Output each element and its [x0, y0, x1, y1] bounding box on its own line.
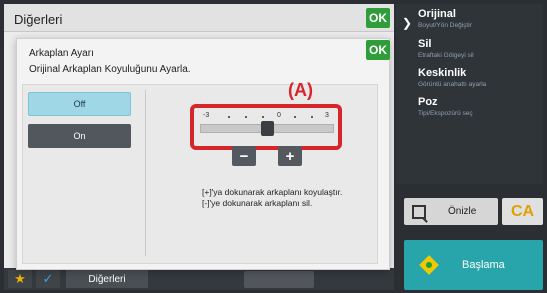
option-off-button[interactable]: Off: [28, 92, 131, 116]
paper-indicator: [244, 271, 314, 288]
menu-item-subtitle: Boyut/Yön Değiştir: [418, 22, 472, 29]
increase-button[interactable]: +: [278, 146, 302, 166]
slider-tick: [262, 116, 264, 118]
check-icon[interactable]: ✓: [36, 270, 60, 288]
slider-tick: [245, 116, 247, 118]
slider-min-label: -3: [203, 112, 210, 119]
annotation-label: (A): [288, 80, 313, 100]
ok-button-main[interactable]: OK: [366, 8, 390, 28]
chevron-right-icon: ❯: [402, 16, 413, 30]
clear-all-button[interactable]: CA: [502, 198, 543, 225]
page-title: Diğerleri: [14, 12, 63, 27]
start-button[interactable]: Başlama: [404, 240, 543, 290]
bottom-tab-others[interactable]: Diğerleri: [66, 270, 148, 288]
side-menu: [396, 4, 543, 184]
start-label: Başlama: [462, 259, 505, 271]
menu-item-erase[interactable]: Sil Etraftaki Gölgeyi sil: [418, 38, 540, 59]
slider-mid-label: 0: [277, 112, 281, 119]
menu-item-subtitle: Tipi/Ekspozürü seç: [418, 110, 473, 117]
favorite-star-icon[interactable]: ★: [8, 270, 32, 288]
bottom-bar: [4, 268, 394, 290]
menu-item-title: Orijinal: [418, 8, 456, 20]
menu-item-original[interactable]: Orijinal Boyut/Yön Değiştir: [418, 8, 540, 29]
menu-item-title: Keskinlik: [418, 67, 467, 79]
option-on-button[interactable]: On: [28, 124, 131, 148]
slider-max-label: 3: [325, 112, 329, 119]
preview-button[interactable]: Önizle: [404, 198, 498, 225]
menu-item-title: Sil: [418, 38, 432, 50]
start-icon: [419, 255, 439, 275]
slider-tick: [228, 116, 230, 118]
background-slider-thumb[interactable]: [261, 121, 274, 136]
menu-item-subtitle: Görüntü anahattı ayarla: [418, 81, 487, 88]
menu-item-sharpness[interactable]: Keskinlik Görüntü anahattı ayarla: [418, 67, 540, 88]
preview-icon: [412, 204, 426, 219]
dialog-subtitle: Orijinal Arkaplan Koyuluğunu Ayarla.: [29, 64, 191, 75]
main-titlebar: [4, 4, 394, 32]
menu-item-subtitle: Etraftaki Gölgeyi sil: [418, 52, 474, 59]
slider-tick: [311, 116, 313, 118]
dialog-title: Arkaplan Ayarı: [29, 48, 94, 59]
ok-button-dialog[interactable]: OK: [366, 40, 390, 60]
hint-darken: [+]'ya dokunarak arkaplanı koyulaştır.: [202, 187, 343, 197]
hint-erase: [-]'ye dokunarak arkaplanı sil.: [202, 198, 313, 208]
slider-tick: [294, 116, 296, 118]
menu-item-exposure[interactable]: Poz Tipi/Ekspozürü seç: [418, 96, 540, 117]
divider: [145, 90, 146, 256]
decrease-button[interactable]: −: [232, 146, 256, 166]
preview-label: Önizle: [448, 206, 477, 217]
menu-item-title: Poz: [418, 96, 438, 108]
